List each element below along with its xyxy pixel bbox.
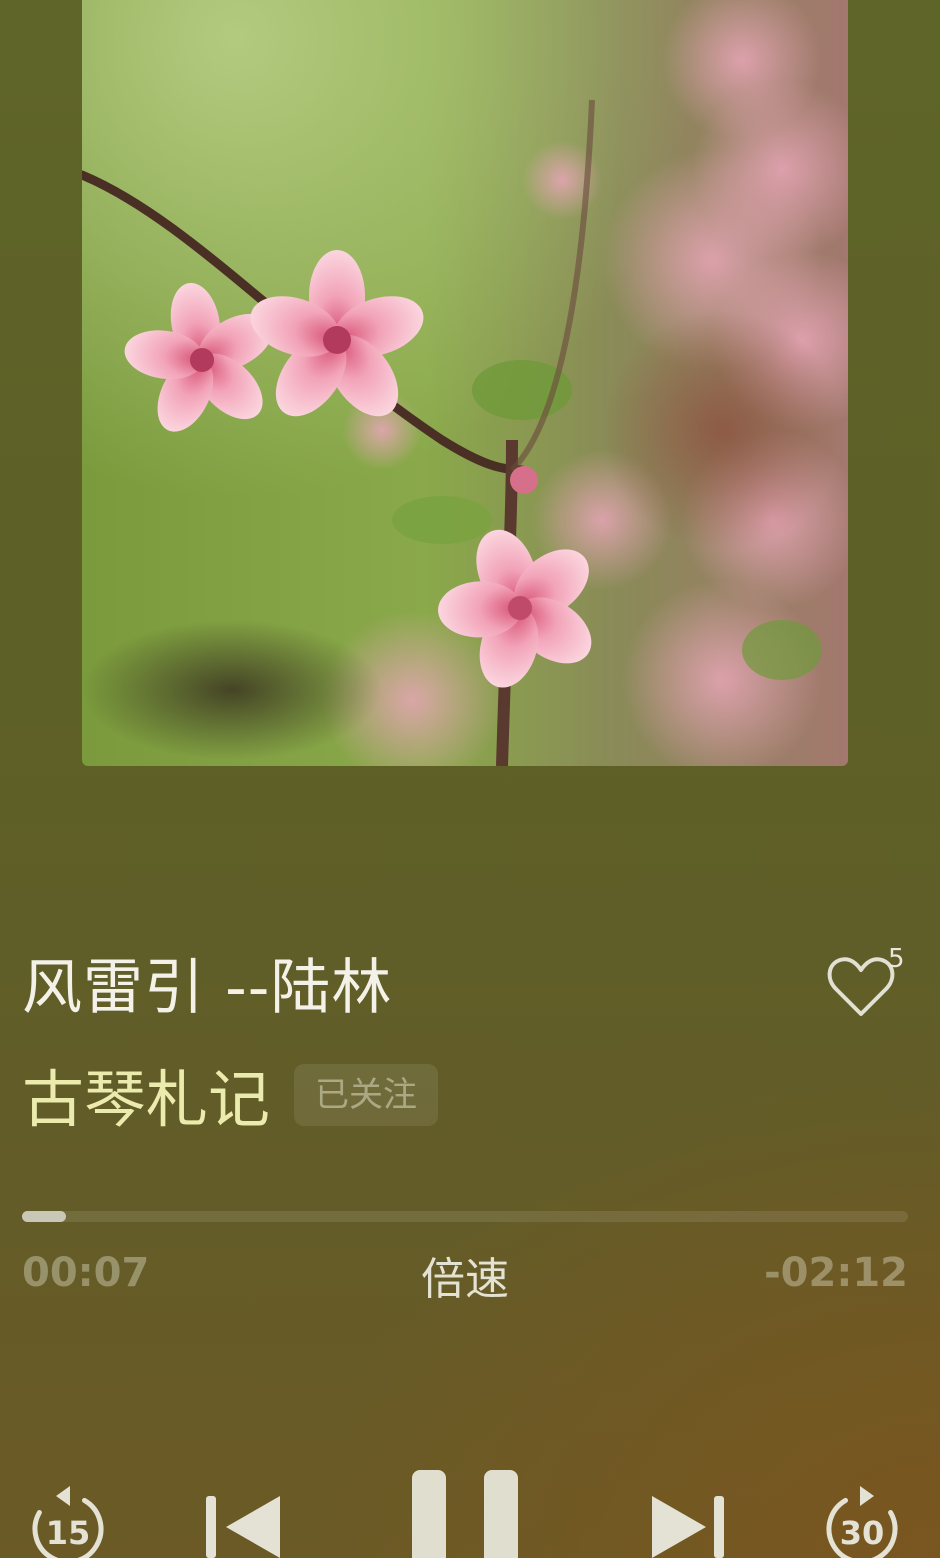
next-icon: [652, 1496, 724, 1558]
progress-fill: [22, 1211, 67, 1222]
album-cover[interactable]: [82, 0, 848, 766]
heart-icon: [827, 957, 895, 1016]
previous-icon: [206, 1496, 280, 1558]
previous-button[interactable]: [204, 1494, 284, 1558]
pause-icon: [412, 1470, 518, 1558]
forward-button[interactable]: 30: [822, 1484, 902, 1558]
like-button[interactable]: 5: [826, 944, 912, 1024]
like-count: 5: [888, 944, 905, 974]
progress-bar[interactable]: [22, 1211, 908, 1222]
playback-speed-button[interactable]: 倍速: [380, 1252, 550, 1308]
follow-status-button[interactable]: 已关注: [294, 1064, 438, 1126]
rewind-button[interactable]: 15: [28, 1484, 108, 1558]
elapsed-time: 00:07: [22, 1250, 150, 1296]
next-button[interactable]: [648, 1494, 728, 1558]
rewind-15-icon: 15: [32, 1486, 104, 1558]
play-pause-button[interactable]: [410, 1470, 520, 1558]
track-title: 风雷引 --陆林: [22, 953, 393, 1023]
forward-seconds-label: 30: [840, 1514, 885, 1552]
rewind-seconds-label: 15: [46, 1514, 91, 1552]
channel-name[interactable]: 古琴札记: [22, 1060, 270, 1140]
remaining-time: -02:12: [764, 1250, 908, 1296]
cover-art-image: [82, 0, 848, 766]
forward-30-icon: 30: [826, 1486, 898, 1558]
